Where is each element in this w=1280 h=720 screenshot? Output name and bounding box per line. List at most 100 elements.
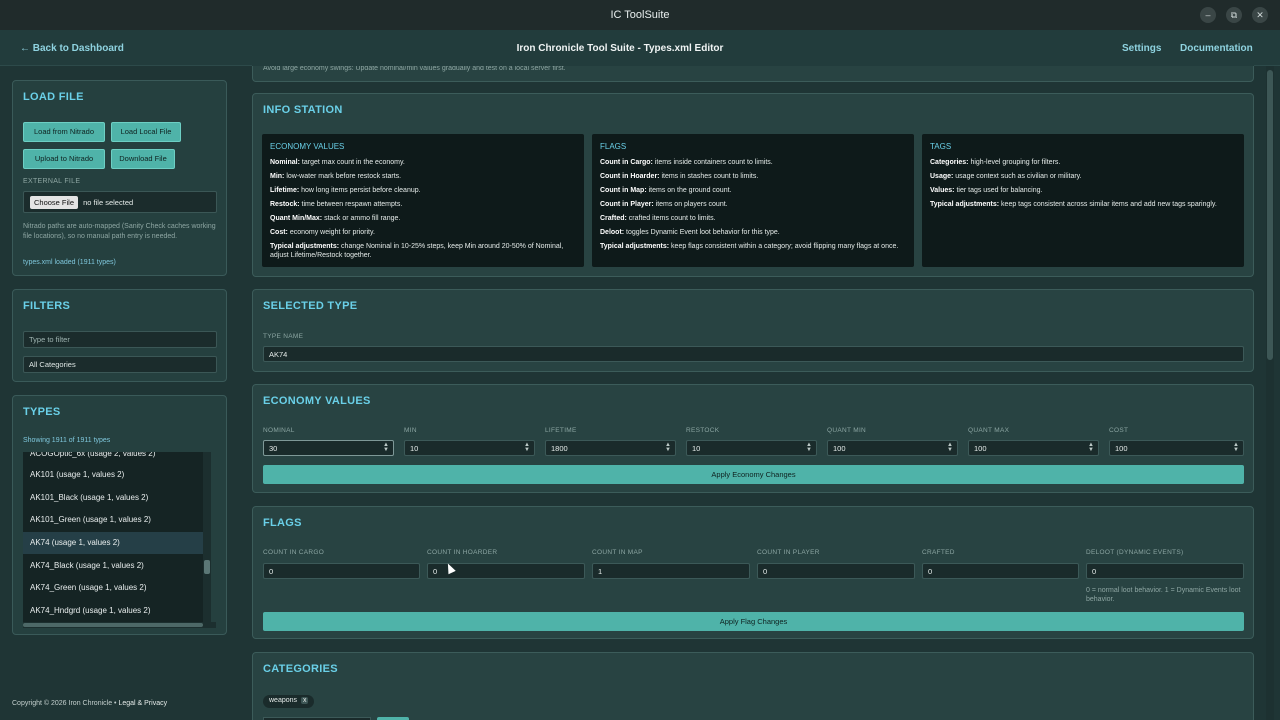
stepper-icon[interactable]: ▲ ▼ xyxy=(1233,442,1239,453)
download-file-button[interactable]: Download File xyxy=(111,149,175,169)
flags-title: FLAGS xyxy=(263,517,302,529)
quant-min-label: QUANT MIN xyxy=(827,427,867,434)
quant-min-input[interactable]: 100 ▲ ▼ xyxy=(827,440,958,456)
window-controls: – ⧉ ✕ xyxy=(1200,7,1268,23)
categories-title: CATEGORIES xyxy=(263,663,338,675)
maximize-icon[interactable]: ⧉ xyxy=(1226,7,1242,23)
info-line: Typical adjustments: change Nominal in 1… xyxy=(270,243,564,259)
category-chip[interactable]: weapons x xyxy=(263,695,315,708)
external-file-label: EXTERNAL FILE xyxy=(23,178,81,185)
stepper-icon[interactable]: ▲ ▼ xyxy=(806,442,812,453)
info-line: Count in Hoarder: items in stashes count… xyxy=(600,173,759,180)
nominal-label: NOMINAL xyxy=(263,427,295,434)
nominal-input[interactable]: 30 ▲ ▼ xyxy=(263,440,394,456)
info-station-title: INFO STATION xyxy=(263,104,343,116)
load-file-card: LOAD FILE Load from Nitrado Load Local F… xyxy=(12,80,227,276)
info-line: Usage: usage context such as civilian or… xyxy=(930,173,1082,180)
window-title: IC ToolSuite xyxy=(610,9,670,21)
stepper-icon[interactable]: ▲ ▼ xyxy=(1088,442,1094,453)
count-in-map-label: COUNT IN MAP xyxy=(592,549,643,556)
nitrado-path-note: Nitrado paths are auto-mapped (Sanity Ch… xyxy=(23,223,216,240)
info-line: Count in Cargo: items inside containers … xyxy=(600,159,773,166)
economy-values-title: ECONOMY VALUES xyxy=(263,395,371,407)
selected-type-card: SELECTED TYPE TYPE NAME AK74 xyxy=(252,289,1254,372)
min-label: MIN xyxy=(404,427,417,434)
info-line: Categories: high-level grouping for filt… xyxy=(930,159,1061,166)
flags-info-box: FLAGS Count in Cargo: items inside conta… xyxy=(592,134,914,267)
types-list-scrollbar[interactable] xyxy=(203,452,211,622)
types-list: ACOGOptic_6x (usage 2, values 2) AK101 (… xyxy=(23,452,211,622)
load-file-title: LOAD FILE xyxy=(23,91,84,103)
list-item[interactable]: AK101 (usage 1, values 2) xyxy=(23,464,209,486)
count-in-cargo-input[interactable]: 0 xyxy=(263,563,420,579)
list-item[interactable]: AK74_Green (usage 1, values 2) xyxy=(23,577,209,599)
external-file-input[interactable]: Choose File no file selected xyxy=(23,191,217,213)
flags-card: FLAGS COUNT IN CARGO 0 COUNT IN HOARDER … xyxy=(252,506,1254,639)
quant-max-input[interactable]: 100 ▲ ▼ xyxy=(968,440,1099,456)
lifetime-label: LIFETIME xyxy=(545,427,577,434)
info-line: Count in Player: items on players count. xyxy=(600,201,728,208)
upload-to-nitrado-button[interactable]: Upload to Nitrado xyxy=(23,149,105,169)
types-title: TYPES xyxy=(23,406,61,418)
economy-values-info-box: ECONOMY VALUES Nominal: target max count… xyxy=(262,134,584,267)
type-name-input[interactable]: AK74 xyxy=(263,346,1244,362)
count-in-cargo-label: COUNT IN CARGO xyxy=(263,549,325,556)
settings-link[interactable]: Settings xyxy=(1122,43,1161,54)
stepper-icon[interactable]: ▲ ▼ xyxy=(524,442,530,453)
restock-input[interactable]: 10 ▲ ▼ xyxy=(686,440,817,456)
info-box-heading: FLAGS xyxy=(600,142,627,151)
economy-values-card: ECONOMY VALUES NOMINAL 30 ▲ ▼ MIN 10 ▲ ▼ LIF… xyxy=(252,384,1254,493)
crafted-label: CRAFTED xyxy=(922,549,955,556)
apply-economy-button[interactable]: Apply Economy Changes xyxy=(263,465,1244,484)
list-item[interactable]: AK101_Green (usage 1, values 2) xyxy=(23,509,209,531)
legal-privacy-link[interactable]: Legal & Privacy xyxy=(118,700,167,707)
minimize-icon[interactable]: – xyxy=(1200,7,1216,23)
list-item-selected[interactable]: AK74 (usage 1, values 2) xyxy=(23,532,209,554)
page-scroll-thumb[interactable] xyxy=(1267,70,1273,360)
window-titlebar: IC ToolSuite – ⧉ ✕ xyxy=(0,0,1280,30)
filters-title: FILTERS xyxy=(23,300,71,312)
count-in-player-input[interactable]: 0 xyxy=(757,563,915,579)
tags-info-box: TAGS Categories: high-level grouping for… xyxy=(922,134,1244,267)
info-line: Restock: time between respawn attempts. xyxy=(270,201,403,208)
count-in-player-label: COUNT IN PLAYER xyxy=(757,549,820,556)
deloot-input[interactable]: 0 xyxy=(1086,563,1244,579)
remove-chip-icon[interactable]: x xyxy=(300,697,309,704)
choose-file-button[interactable]: Choose File xyxy=(30,196,79,209)
list-item[interactable]: AK101_Black (usage 1, values 2) xyxy=(23,487,209,509)
stepper-icon[interactable]: ▲ ▼ xyxy=(947,442,953,453)
list-item[interactable]: AK74_Black (usage 1, values 2) xyxy=(23,555,209,577)
filters-card: FILTERS Type to filter All Categories xyxy=(12,289,227,382)
info-line: Quant Min/Max: stack or ammo fill range. xyxy=(270,215,401,222)
info-station-card: INFO STATION ECONOMY VALUES Nominal: tar… xyxy=(252,93,1254,277)
info-box-heading: TAGS xyxy=(930,142,952,151)
load-from-nitrado-button[interactable]: Load from Nitrado xyxy=(23,122,105,142)
list-item[interactable]: AK74_Hndgrd (usage 1, values 2) xyxy=(23,600,209,622)
apply-flags-button[interactable]: Apply Flag Changes xyxy=(263,612,1244,631)
type-filter-input[interactable]: Type to filter xyxy=(23,331,217,348)
info-line: Typical adjustments: keep flags consiste… xyxy=(600,243,899,250)
documentation-link[interactable]: Documentation xyxy=(1180,43,1253,54)
lifetime-input[interactable]: 1800 ▲ ▼ xyxy=(545,440,676,456)
info-line: Count in Map: items on the ground count. xyxy=(600,187,732,194)
load-status-text: types.xml loaded (1911 types) xyxy=(23,259,116,266)
types-list-hscroll-thumb[interactable] xyxy=(23,623,203,627)
types-list-scroll-thumb[interactable] xyxy=(204,560,210,574)
close-icon[interactable]: ✕ xyxy=(1252,7,1268,23)
crafted-input[interactable]: 0 xyxy=(922,563,1079,579)
category-select[interactable]: All Categories xyxy=(23,356,217,373)
type-name-label: TYPE NAME xyxy=(263,333,304,340)
no-file-selected-text: no file selected xyxy=(83,198,134,207)
info-line: Values: tier tags used for balancing. xyxy=(930,187,1043,194)
count-in-map-input[interactable]: 1 xyxy=(592,563,750,579)
stepper-icon[interactable]: ▲ ▼ xyxy=(665,442,671,453)
load-local-file-button[interactable]: Load Local File xyxy=(111,122,181,142)
footer: Copyright © 2026 Iron Chronicle • Legal … xyxy=(12,700,167,707)
cost-input[interactable]: 100 ▲ ▼ xyxy=(1109,440,1244,456)
count-in-hoarder-label: COUNT IN HOARDER xyxy=(427,549,498,556)
stepper-icon[interactable]: ▲ ▼ xyxy=(383,442,389,453)
economy-tip-text: Avoid large economy swings: Update nomin… xyxy=(263,65,566,72)
min-input[interactable]: 10 ▲ ▼ xyxy=(404,440,535,456)
info-line: Cost: economy weight for priority. xyxy=(270,229,375,236)
info-line: Lifetime: how long items persist before … xyxy=(270,187,421,194)
